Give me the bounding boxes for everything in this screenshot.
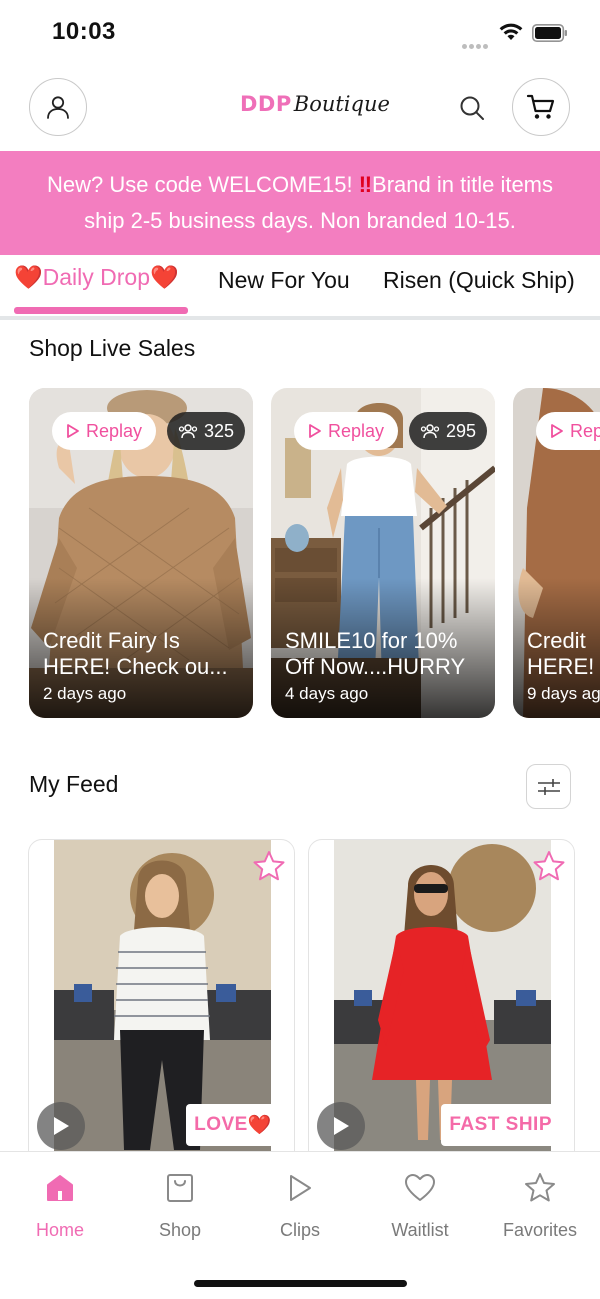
- cart-icon: [526, 94, 555, 119]
- replay-button[interactable]: Rep: [536, 412, 600, 450]
- live-sale-age: 9 days ag: [527, 684, 600, 703]
- product-card[interactable]: LOVE ❤️: [28, 839, 295, 1169]
- status-bar: 10:03: [0, 0, 600, 66]
- signal-icon: [462, 36, 492, 49]
- promo-banner[interactable]: New? Use code WELCOME15! ‼Brand in title…: [0, 151, 600, 255]
- replay-button[interactable]: Replay: [294, 412, 399, 450]
- play-outline-icon: [290, 1175, 311, 1201]
- tab-daily-drop[interactable]: ❤️Daily Drop❤️: [14, 264, 179, 291]
- filter-button[interactable]: [526, 764, 571, 809]
- tab-label: Daily Drop: [42, 264, 151, 290]
- live-sale-card[interactable]: Replay 295 SMILE10 for 10% Off Now....HU…: [271, 388, 495, 718]
- tab-risen-quick-ship[interactable]: Risen (Quick Ship): [383, 267, 575, 294]
- live-sales-carousel[interactable]: Replay 325 Credit Fairy Is HERE! Check o…: [0, 388, 600, 718]
- favorite-button[interactable]: [532, 850, 566, 887]
- live-sale-card[interactable]: Replay 325 Credit Fairy Is HERE! Check o…: [29, 388, 253, 718]
- viewers-icon: [420, 424, 440, 439]
- cart-button[interactable]: [512, 78, 570, 136]
- heart-icon: ❤️: [14, 264, 43, 290]
- logo-script-text: Boutique: [293, 92, 390, 116]
- viewers-icon: [178, 424, 198, 439]
- nav-label: Clips: [279, 1220, 320, 1240]
- brand-logo[interactable]: DDP Boutique: [240, 92, 390, 124]
- product-badge: FAST SHIP: [441, 1104, 560, 1146]
- app-header: DDP Boutique: [0, 78, 600, 144]
- wifi-icon: [499, 23, 523, 40]
- live-sale-caption: Credit Fairy Is HERE! Check ou...: [43, 628, 243, 680]
- star-outline-icon: [525, 1173, 555, 1202]
- play-icon: [334, 1117, 349, 1135]
- play-video-button[interactable]: [37, 1102, 85, 1150]
- user-icon: [47, 96, 69, 119]
- live-sale-age: 2 days ago: [43, 684, 127, 703]
- live-sale-caption: SMILE10 for 10% Off Now....HURRY: [285, 628, 485, 680]
- caption-line-1: SMILE10 for 10%: [285, 628, 458, 653]
- nav-label: Shop: [158, 1220, 202, 1240]
- feed-title: My Feed: [29, 771, 119, 797]
- play-video-button[interactable]: [317, 1102, 365, 1150]
- product-badge: LOVE ❤️: [186, 1104, 280, 1146]
- viewer-count-badge: 325: [167, 412, 245, 450]
- play-outline-icon: [67, 424, 79, 438]
- search-icon: [460, 96, 484, 120]
- badge-text: FAST SHIP: [449, 1114, 552, 1135]
- live-sale-caption: Credit HERE!: [527, 628, 600, 680]
- replay-button[interactable]: Replay: [52, 412, 157, 450]
- nav-home[interactable]: Home: [10, 1170, 110, 1241]
- promo-text-end: Brand in title items: [372, 172, 554, 197]
- battery-icon: [532, 24, 567, 42]
- bottom-nav: Home Shop Clips Waitlist Favorites: [0, 1151, 600, 1299]
- nav-label: Favorites: [502, 1220, 578, 1240]
- shopping-bag-icon: [167, 1174, 193, 1202]
- caption-line-2: HERE! Check ou...: [43, 654, 228, 679]
- nav-waitlist[interactable]: Waitlist: [370, 1170, 470, 1241]
- nav-label: Waitlist: [391, 1220, 449, 1240]
- nav-clips[interactable]: Clips: [250, 1170, 350, 1241]
- caption-line-1: Credit: [527, 628, 586, 653]
- promo-text-start: New? Use code WELCOME15!: [46, 172, 359, 197]
- favorite-button[interactable]: [252, 850, 286, 887]
- nav-favorites[interactable]: Favorites: [490, 1170, 590, 1241]
- category-tabs: ❤️Daily Drop❤️ New For You Risen (Quick …: [0, 256, 600, 320]
- active-tab-indicator: [14, 307, 188, 314]
- viewer-count: 295: [445, 420, 477, 441]
- caption-line-1: Credit Fairy Is: [43, 628, 180, 653]
- product-card[interactable]: FAST SHIP: [308, 839, 575, 1169]
- star-icon: [253, 851, 285, 881]
- viewer-count: 325: [203, 420, 235, 441]
- profile-button[interactable]: [29, 78, 87, 136]
- heart-icon: ❤️: [150, 264, 179, 290]
- live-sale-age: 4 days ago: [285, 684, 369, 703]
- logo-brand-text: DDP: [240, 92, 292, 116]
- caption-line-2: HERE!: [527, 654, 595, 679]
- play-outline-icon: [309, 424, 321, 438]
- play-icon: [54, 1117, 69, 1135]
- caption-line-2: Off Now....HURRY: [285, 654, 466, 679]
- promo-line-1: New? Use code WELCOME15! ‼Brand in title…: [47, 167, 553, 203]
- nav-shop[interactable]: Shop: [130, 1170, 230, 1241]
- replay-label: Replay: [328, 420, 385, 441]
- replay-label: Rep: [570, 420, 600, 441]
- sliders-icon: [537, 778, 560, 795]
- home-icon: [47, 1175, 73, 1201]
- heart-outline-icon: [405, 1174, 435, 1201]
- tab-new-for-you[interactable]: New For You: [218, 267, 350, 294]
- live-sale-card[interactable]: Rep Credit HERE! 9 days ag: [513, 388, 600, 718]
- star-icon: [533, 851, 565, 881]
- viewer-count-badge: 295: [409, 412, 487, 450]
- live-sales-title: Shop Live Sales: [29, 335, 196, 361]
- replay-label: Replay: [86, 420, 143, 441]
- home-indicator: [194, 1280, 407, 1287]
- promo-line-2: ship 2-5 business days. Non branded 10-1…: [84, 208, 516, 233]
- play-outline-icon: [551, 424, 563, 438]
- status-time: 10:03: [52, 18, 116, 45]
- heart-icon: ❤️: [247, 1115, 272, 1136]
- badge-text: LOVE: [194, 1114, 248, 1135]
- nav-label: Home: [35, 1220, 84, 1240]
- search-button[interactable]: [454, 90, 490, 126]
- double-exclamation-icon: ‼: [358, 172, 373, 197]
